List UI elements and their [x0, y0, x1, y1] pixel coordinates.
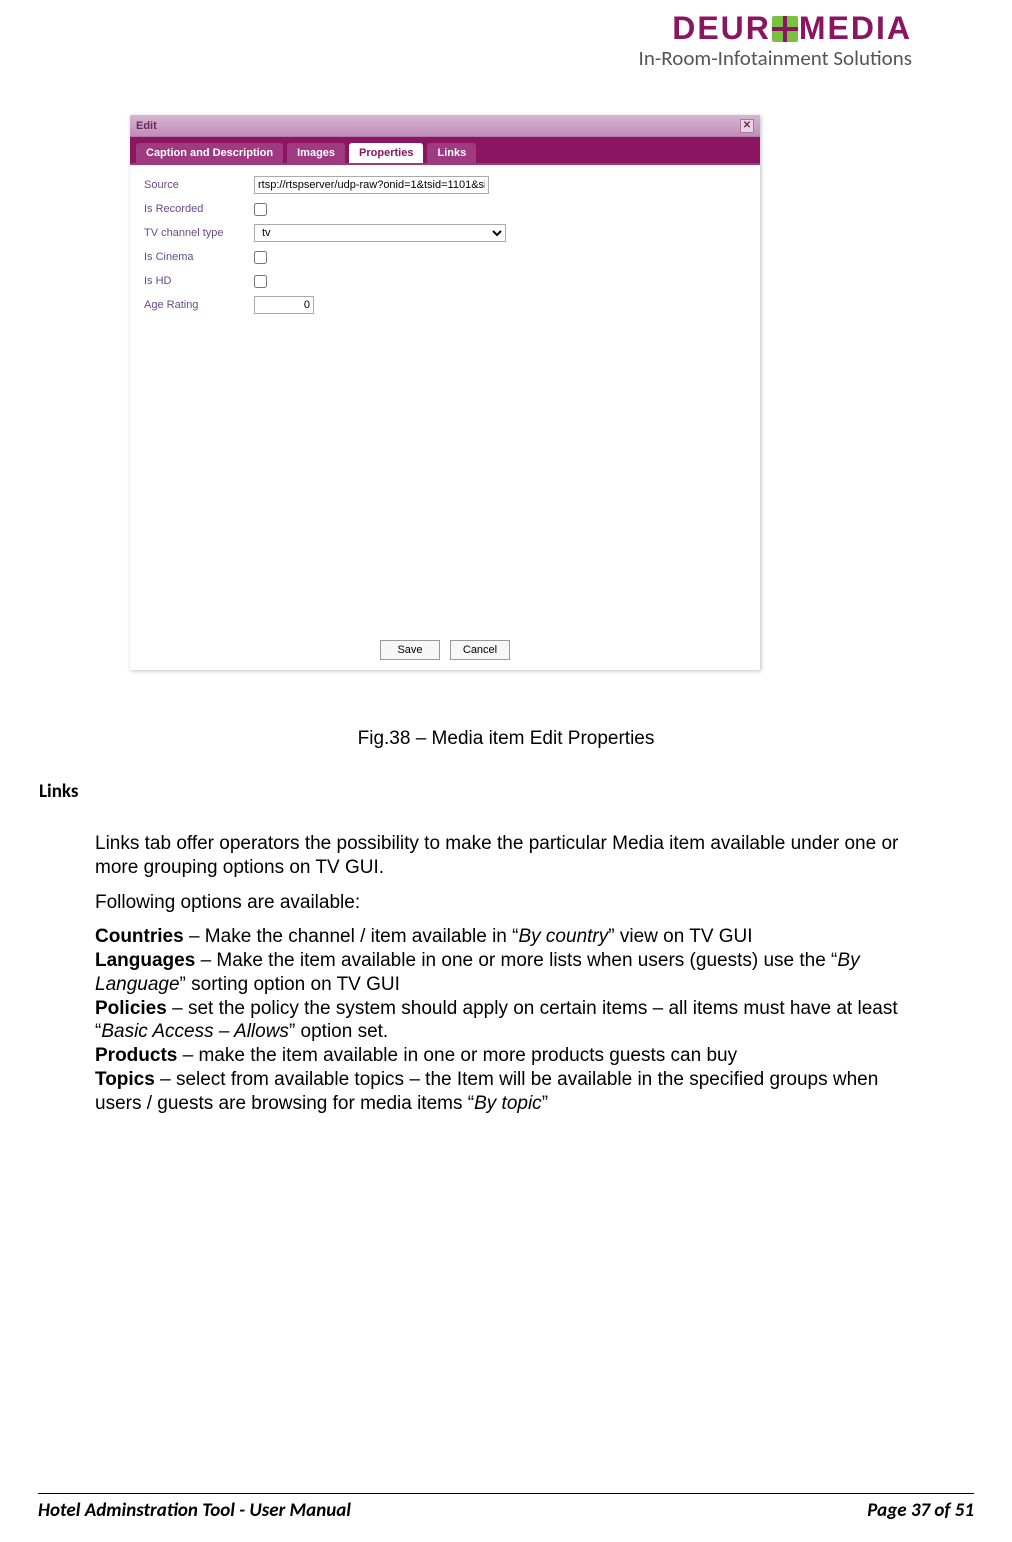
footer-left: Hotel Adminstration Tool - User Manual — [38, 1499, 351, 1522]
row-tv-channel-type: TV channel type tv — [130, 221, 760, 245]
close-icon[interactable]: ✕ — [740, 119, 754, 133]
def-countries: Countries – Make the channel / item avai… — [95, 925, 912, 949]
input-source[interactable] — [254, 176, 489, 194]
brand-tagline: In-Room-Infotainment Solutions — [639, 45, 912, 71]
body-text: Links tab offer operators the possibilit… — [95, 832, 912, 1115]
save-button[interactable]: Save — [380, 640, 440, 660]
page-header: DEUR MEDIA In-Room-Infotainment Solutions — [639, 10, 912, 71]
footer-right: Page 37 of 51 — [867, 1499, 974, 1522]
def-policies: Policies – set the policy the system sho… — [95, 997, 912, 1045]
row-source: Source — [130, 173, 760, 197]
brand-logo: DEUR MEDIA — [639, 10, 912, 47]
brand-right: MEDIA — [799, 10, 912, 46]
brand-icon — [772, 16, 798, 42]
para-following: Following options are available: — [95, 891, 912, 915]
def-products: Products – make the item available in on… — [95, 1044, 912, 1068]
page-footer: Hotel Adminstration Tool - User Manual P… — [38, 1499, 974, 1522]
row-is-recorded: Is Recorded — [130, 197, 760, 221]
label-is-recorded: Is Recorded — [144, 203, 254, 215]
footer-rule — [38, 1493, 974, 1494]
label-source: Source — [144, 179, 254, 191]
row-age-rating: Age Rating — [130, 293, 760, 317]
tab-caption-description[interactable]: Caption and Description — [136, 143, 283, 163]
dialog-form: Source Is Recorded TV channel type tv Is… — [130, 165, 760, 317]
def-languages: Languages – Make the item available in o… — [95, 949, 912, 997]
dialog-titlebar: Edit ✕ — [130, 115, 760, 137]
tab-links[interactable]: Links — [427, 143, 476, 163]
figure-caption: Fig.38 – Media item Edit Properties — [0, 728, 1012, 750]
tab-properties[interactable]: Properties — [349, 143, 423, 163]
select-tv-channel-type[interactable]: tv — [254, 224, 506, 242]
row-is-hd: Is HD — [130, 269, 760, 293]
edit-dialog: Edit ✕ Caption and Description Images Pr… — [130, 115, 760, 670]
label-tv-channel-type: TV channel type — [144, 227, 254, 239]
def-topics: Topics – select from available topics – … — [95, 1068, 912, 1116]
row-is-cinema: Is Cinema — [130, 245, 760, 269]
label-is-hd: Is HD — [144, 275, 254, 287]
label-is-cinema: Is Cinema — [144, 251, 254, 263]
checkbox-is-recorded[interactable] — [254, 203, 267, 216]
para-intro: Links tab offer operators the possibilit… — [95, 832, 912, 880]
dialog-title: Edit — [136, 120, 157, 132]
cancel-button[interactable]: Cancel — [450, 640, 510, 660]
checkbox-is-hd[interactable] — [254, 275, 267, 288]
label-age-rating: Age Rating — [144, 299, 254, 311]
section-heading-links: Links — [39, 780, 78, 803]
dialog-tabs: Caption and Description Images Propertie… — [130, 137, 760, 165]
dialog-buttons: Save Cancel — [130, 640, 760, 660]
brand-left: DEUR — [672, 10, 771, 46]
tab-images[interactable]: Images — [287, 143, 345, 163]
input-age-rating[interactable] — [254, 296, 314, 314]
checkbox-is-cinema[interactable] — [254, 251, 267, 264]
